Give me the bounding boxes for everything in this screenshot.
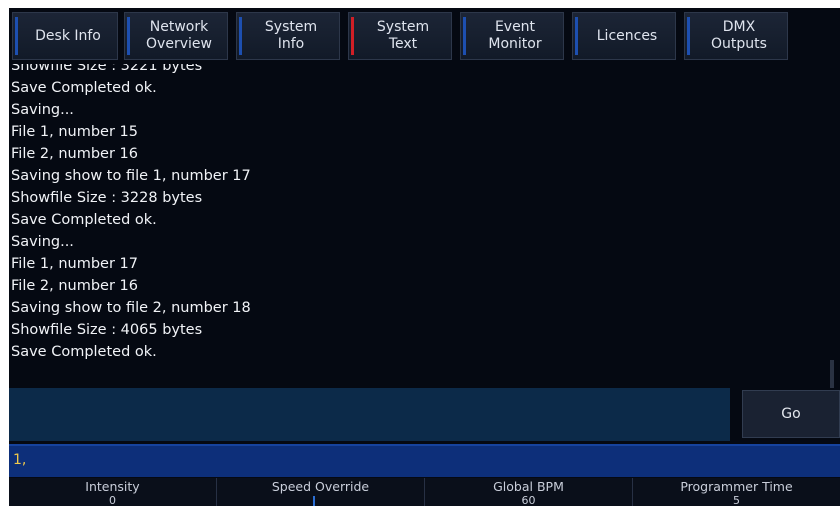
log-scrollbar[interactable] <box>830 360 834 388</box>
console-screen: Desk Info Network Overview System Info S… <box>9 8 840 506</box>
log-line: File 2, number 16 <box>11 278 138 294</box>
status-label: Global BPM <box>493 479 564 494</box>
status-value: 5 <box>733 494 740 506</box>
log-line: Saving show to file 2, number 18 <box>11 300 251 316</box>
log-line: Showfile Size : 4065 bytes <box>11 322 203 338</box>
tab-bar: Desk Info Network Overview System Info S… <box>9 8 840 64</box>
tab-label: System Text <box>376 19 430 52</box>
command-input-area[interactable] <box>9 388 730 441</box>
speed-override-indicator <box>313 496 315 506</box>
log-line: File 2, number 16 <box>11 146 138 162</box>
log-line: Showfile Size : 3228 bytes <box>11 190 203 206</box>
tab-label: Desk Info <box>35 27 101 44</box>
log-line: Save Completed ok. <box>11 212 157 228</box>
tab-dmx-outputs[interactable]: DMX Outputs <box>684 12 788 60</box>
tab-label: Event Monitor <box>488 19 542 52</box>
tab-system-text[interactable]: System Text <box>348 12 452 60</box>
system-text-log[interactable]: Showfile Size : 3221 bytes Save Complete… <box>9 64 834 388</box>
status-label: Programmer Time <box>680 479 793 494</box>
log-line: Saving... <box>11 234 74 250</box>
tab-label: Licences <box>596 27 658 44</box>
tab-label: DMX Outputs <box>711 19 767 52</box>
status-label: Intensity <box>85 479 140 494</box>
tab-event-monitor[interactable]: Event Monitor <box>460 12 564 60</box>
command-line[interactable]: 1, <box>9 444 840 477</box>
status-value: 60 <box>521 494 536 506</box>
tab-licences[interactable]: Licences <box>572 12 676 60</box>
log-line: Showfile Size : 3221 bytes <box>11 64 203 74</box>
tab-label: Network Overview <box>146 19 212 52</box>
log-line: Save Completed ok. <box>11 344 157 360</box>
log-lines: Showfile Size : 3221 bytes Save Complete… <box>11 64 251 363</box>
log-line: Saving show to file 1, number 17 <box>11 168 251 184</box>
log-line: File 1, number 17 <box>11 256 138 272</box>
status-global-bpm[interactable]: Global BPM 60 <box>425 478 633 506</box>
status-programmer-time[interactable]: Programmer Time 5 <box>633 478 840 506</box>
status-intensity[interactable]: Intensity 0 <box>9 478 217 506</box>
status-speed-override[interactable]: Speed Override <box>217 478 425 506</box>
command-line-text: 1, <box>13 452 27 468</box>
tab-network-overview[interactable]: Network Overview <box>124 12 228 60</box>
log-line: File 1, number 15 <box>11 124 138 140</box>
status-value: 0 <box>109 494 116 506</box>
tab-desk-info[interactable]: Desk Info <box>12 12 118 60</box>
status-label: Speed Override <box>271 479 370 494</box>
tab-label: System Info <box>264 19 318 52</box>
log-line: Save Completed ok. <box>11 80 157 96</box>
go-button[interactable]: Go <box>742 390 840 438</box>
tab-system-info[interactable]: System Info <box>236 12 340 60</box>
status-bar: Intensity 0 Speed Override Global BPM 60… <box>9 478 840 506</box>
log-line: Saving... <box>11 102 74 118</box>
